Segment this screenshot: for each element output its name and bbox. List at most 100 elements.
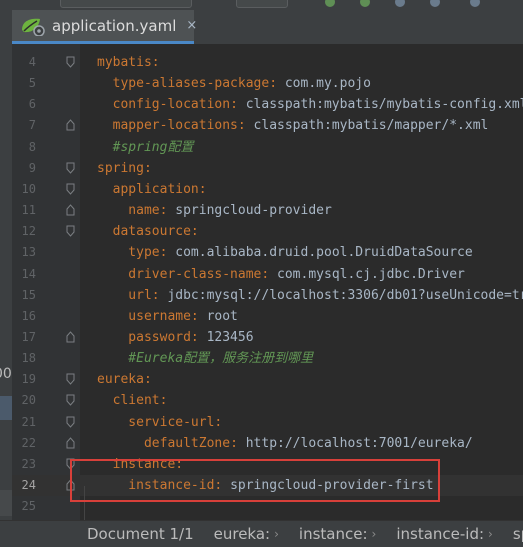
yaml-value: com.my.pojo (284, 76, 371, 92)
code-text: config-location: classpath:mybatis/mybat… (97, 94, 523, 115)
code-text: spring: (97, 158, 152, 179)
fold-marker-icon[interactable] (66, 119, 75, 131)
code-line[interactable]: 15 url: jdbc:mysql://localhost:3306/db01… (12, 285, 523, 306)
line-number: 21 (21, 414, 36, 429)
code-line[interactable]: 5 type-aliases-package: com.my.pojo (12, 73, 523, 94)
line-number: 25 (21, 499, 36, 514)
breadcrumb-value[interactable]: sp (513, 525, 523, 543)
toolbar-strip (0, 0, 523, 10)
spring-leaf-icon (20, 16, 46, 37)
yaml-value: jdbc:mysql://localhost:3306/db01?useUnic… (167, 287, 523, 303)
line-number: 19 (21, 372, 36, 387)
run-config-dropdown[interactable] (60, 0, 192, 8)
line-number: 5 (28, 76, 36, 91)
line-number: 6 (28, 97, 36, 112)
line-number: 10 (21, 181, 36, 196)
yaml-key: mybatis (97, 55, 152, 70)
code-line[interactable]: 4 mybatis: (12, 52, 523, 73)
yaml-key: defaultZone (97, 435, 231, 451)
code-text: client: (97, 390, 168, 411)
document-counter: Document 1/1 (87, 525, 194, 543)
yaml-key: url (97, 287, 152, 303)
fold-marker-icon[interactable] (66, 373, 75, 386)
yaml-key: application (97, 181, 199, 197)
fold-marker-icon[interactable] (66, 331, 75, 343)
yaml-key: password (97, 329, 191, 345)
fold-marker-icon[interactable] (66, 416, 75, 428)
code-text: username: root (97, 306, 238, 327)
code-line[interactable]: 19 eureka: (12, 369, 523, 390)
coverage-icon[interactable] (395, 0, 405, 7)
code-line[interactable]: 13 type: com.alibaba.druid.pool.DruidDat… (12, 242, 523, 263)
code-text: #Eureka配置，服务注册到哪里 (97, 348, 313, 369)
code-line[interactable]: 11 name: springcloud-provider (12, 200, 523, 221)
debug-icon[interactable] (360, 0, 370, 7)
code-line[interactable]: 10 application: (12, 179, 523, 200)
yaml-key: client (97, 393, 160, 409)
breadcrumb-instance-id[interactable]: instance-id: (396, 525, 484, 543)
yaml-value: classpath:mybatis/mybatis-config.xml (245, 97, 523, 113)
fold-marker-icon[interactable] (66, 225, 75, 237)
code-line[interactable]: 12 datasource: (12, 221, 523, 242)
close-icon[interactable]: × (186, 18, 197, 33)
yaml-punct: : (261, 266, 278, 282)
line-number: 9 (28, 160, 36, 175)
line-number: 8 (28, 139, 36, 154)
breadcrumb-bar: Document 1/1 eureka: › instance: › insta… (0, 520, 523, 547)
code-line[interactable]: 18 #Eureka配置，服务注册到哪里 (12, 348, 523, 369)
breadcrumb-separator: › (274, 527, 279, 541)
line-number: 18 (21, 351, 36, 366)
breadcrumb-instance[interactable]: instance: (299, 525, 368, 543)
yaml-punct: : (214, 414, 223, 430)
code-text: name: springcloud-provider (97, 200, 332, 221)
code-line[interactable]: 6 config-location: classpath:mybatis/myb… (12, 94, 523, 115)
code-line[interactable]: 17 password: 123456 (12, 327, 523, 348)
code-text: driver-class-name: com.mysql.cj.jdbc.Dri… (97, 264, 465, 285)
code-text: datasource: (97, 221, 199, 242)
fold-marker-icon[interactable] (66, 204, 75, 216)
breadcrumb-eureka[interactable]: eureka: (214, 525, 270, 543)
yaml-key: username (97, 308, 191, 324)
code-line[interactable]: 7 mapper-locations: classpath:mybatis/ma… (12, 115, 523, 136)
fold-marker-icon[interactable] (66, 162, 75, 174)
profile-icon[interactable] (430, 0, 440, 7)
code-text: #spring配置 (97, 137, 194, 158)
yaml-punct: : (230, 97, 246, 113)
tab-application-yaml[interactable]: application.yaml × (12, 10, 197, 44)
run-icon[interactable] (325, 0, 335, 7)
code-line[interactable]: 21 service-url: (12, 412, 523, 433)
fold-marker-icon[interactable] (66, 436, 75, 449)
line-number: 13 (21, 245, 36, 260)
annotation-highlight-box (70, 459, 440, 502)
fold-marker-icon[interactable] (66, 183, 75, 195)
code-text: type-aliases-package: com.my.pojo (97, 73, 371, 94)
project-tree-row[interactable] (0, 490, 12, 516)
code-line[interactable]: 20 client: (12, 390, 523, 411)
yaml-punct: : (159, 203, 176, 219)
code-text: mapper-locations: classpath:mybatis/mapp… (97, 115, 489, 136)
yaml-punct: : (143, 160, 152, 176)
code-line[interactable]: 9 spring: (12, 158, 523, 179)
toolbar-field[interactable] (236, 0, 288, 8)
yaml-value: com.mysql.cj.jdbc.Driver (277, 266, 465, 282)
line-number: 17 (21, 329, 36, 344)
fold-marker-icon[interactable] (66, 394, 75, 407)
yaml-comment: #Eureka配置，服务注册到哪里 (97, 351, 314, 367)
code-text: type: com.alibaba.druid.pool.DruidDataSo… (97, 242, 472, 263)
yaml-punct: : (237, 118, 254, 134)
yaml-key: driver-class-name (97, 266, 262, 282)
yaml-key: mapper-locations (97, 118, 238, 134)
fold-marker-icon[interactable] (66, 56, 75, 68)
update-icon[interactable] (470, 0, 480, 7)
line-number: 7 (28, 118, 36, 133)
line-number: 4 (28, 55, 36, 69)
code-line[interactable]: 8 #spring配置 (12, 137, 523, 158)
line-number: 12 (21, 224, 36, 239)
project-tree-selection[interactable] (0, 396, 12, 420)
code-line[interactable]: 14 driver-class-name: com.mysql.cj.jdbc.… (12, 264, 523, 285)
yaml-punct: : (159, 245, 176, 261)
code-line[interactable]: 16 username: root (12, 306, 523, 327)
line-number: 15 (21, 287, 36, 302)
code-line[interactable]: 22 defaultZone: http://localhost:7001/eu… (12, 433, 523, 454)
code-text: eureka: (97, 369, 152, 390)
